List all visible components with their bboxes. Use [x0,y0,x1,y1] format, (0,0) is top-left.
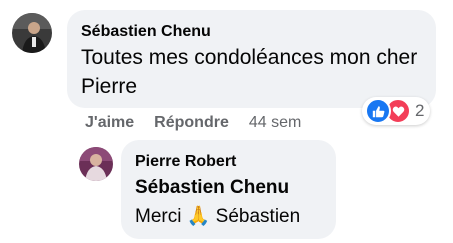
reply-mention[interactable]: Sébastien Chenu [135,174,322,201]
avatar[interactable] [12,13,52,53]
comment-thread: Sébastien Chenu Toutes mes condoléances … [0,0,453,243]
praying-hands-icon: 🙏 [186,206,211,227]
comment-actions: J'aime Répondre 44 sem [85,113,301,133]
reply-author[interactable]: Pierre Robert [135,152,322,172]
reply-text: Merci 🙏 Sébastien [135,203,322,230]
reply-bubble: Pierre Robert Sébastien Chenu Merci 🙏 Sé… [121,140,336,239]
like-button[interactable]: J'aime [85,113,134,133]
reply-button[interactable]: Répondre [154,113,229,133]
reply-text-after: Sébastien [210,206,301,227]
comment-author[interactable]: Sébastien Chenu [81,22,422,42]
reply-avatar-image [79,147,113,181]
avatar-image [12,13,52,53]
comment-bubble: Sébastien Chenu Toutes mes condoléances … [67,10,436,108]
reply-avatar[interactable] [79,147,113,181]
like-icon [365,98,391,124]
reply-text-before: Merci [135,206,187,227]
comment-text: Toutes mes condoléances mon cher Pierre [81,46,418,98]
reaction-count: 2 [415,101,425,120]
reactions-summary[interactable]: 2 [362,97,431,125]
comment-timestamp[interactable]: 44 sem [249,113,301,133]
